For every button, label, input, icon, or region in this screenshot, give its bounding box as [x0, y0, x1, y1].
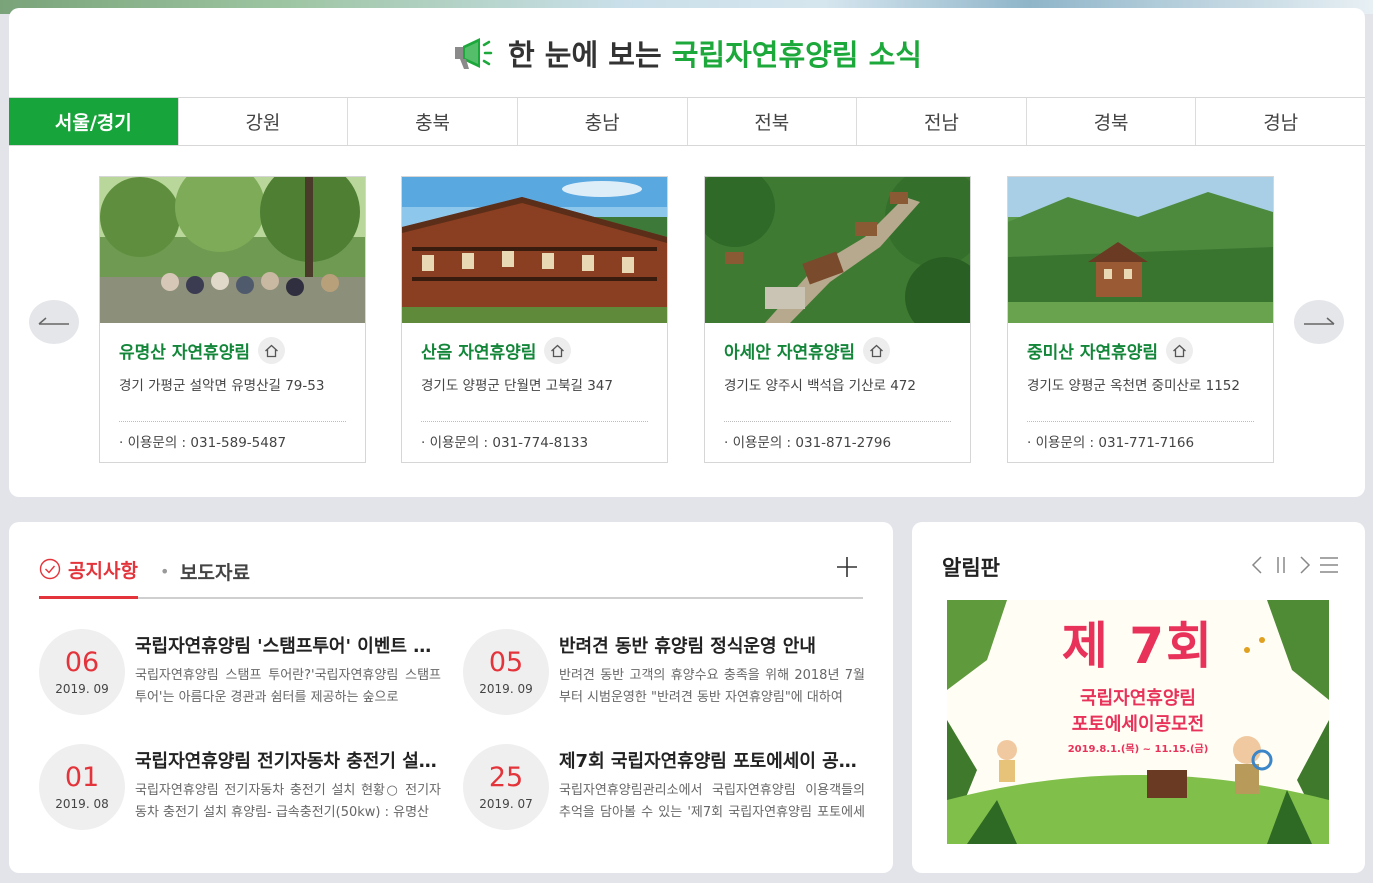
panel-title: 한 눈에 보는 국립자연휴양림 소식 — [9, 8, 1365, 98]
forest-card[interactable]: 유명산 자연휴양림 경기 가평군 설악면 유명산길 79-53 · 이용문의 :… — [99, 176, 366, 463]
notice-tabs: 공지사항 • 보도자료 — [39, 550, 863, 599]
poster-line1: 국립자연휴양림 — [1080, 688, 1196, 709]
tab-separator: • — [160, 562, 170, 581]
board-controls — [1247, 555, 1339, 575]
tab-press[interactable]: 보도자료 — [180, 558, 250, 585]
tab-gangwon[interactable]: 강원 — [178, 98, 349, 145]
forest-card[interactable]: 중미산 자연휴양림 경기도 양평군 옥천면 중미산로 1152 · 이용문의 :… — [1007, 176, 1274, 463]
home-icon — [551, 344, 565, 357]
notice-panel: 공지사항 • 보도자료 06 2019. 09 국립자연휴양림 '스탬프투어' … — [9, 522, 893, 873]
region-tabs: 서울/경기 강원 충북 충남 전북 전남 경북 경남 — [9, 97, 1365, 146]
forest-card[interactable]: 산음 자연휴양림 경기도 양평군 단월면 고북길 347 · 이용문의 : 03… — [401, 176, 668, 463]
date-year-month: 2019. 09 — [55, 682, 109, 696]
board-next-button[interactable] — [1295, 555, 1315, 575]
notice-title[interactable]: 국립자연휴양림 '스탬프투어' 이벤트 안내 — [135, 632, 441, 658]
tab-jeonnam[interactable]: 전남 — [857, 98, 1027, 145]
carousel-next-button[interactable] — [1294, 300, 1344, 344]
divider — [724, 421, 951, 422]
card-name[interactable]: 아세안 자연휴양림 — [724, 338, 855, 363]
check-circle-icon — [39, 558, 61, 580]
card-address: 경기도 양평군 단월면 고북길 347 — [421, 378, 613, 394]
poster-date: 2019.8.1.(목) ~ 11.15.(금) — [1067, 744, 1209, 755]
notice-title[interactable]: 제7회 국립자연휴양림 포토에세이 공모전 — [559, 747, 865, 773]
date-year-month: 2019. 09 — [479, 682, 533, 696]
card-photo — [705, 177, 970, 323]
date-day: 25 — [488, 762, 524, 793]
poster-line2: 포토에세이공모전 — [1071, 714, 1205, 735]
notice-desc: 반려견 동반 고객의 휴양수요 충족을 위해 2018년 7월부터 시범운영한 … — [559, 668, 865, 705]
tab-jeonbuk[interactable]: 전북 — [687, 98, 858, 145]
poster-title: 제 7회 — [1061, 617, 1215, 675]
forest-card[interactable]: 아세안 자연휴양림 경기도 양주시 백석읍 기산로 472 · 이용문의 : 0… — [704, 176, 971, 463]
title-prefix: 한 눈에 보는 — [508, 38, 672, 72]
date-year-month: 2019. 08 — [55, 797, 109, 811]
date-day: 05 — [488, 647, 524, 678]
date-year-month: 2019. 07 — [479, 797, 533, 811]
date-badge: 05 2019. 09 — [463, 629, 549, 715]
home-icon — [1173, 344, 1186, 357]
title-highlight: 국립자연휴양림 소식 — [671, 38, 922, 72]
home-button[interactable] — [544, 337, 572, 364]
board-title: 알림판 — [942, 556, 1000, 580]
card-photo — [100, 177, 365, 323]
notice-desc: 국립자연휴양림관리소에서 국립자연휴양림 이용객들의 추억을 담아볼 수 있는 … — [559, 783, 865, 820]
divider — [1027, 421, 1254, 422]
notice-item[interactable]: 01 2019. 08 국립자연휴양림 전기자동차 충전기 설치 현황 국립자연… — [39, 744, 449, 844]
divider — [119, 421, 346, 422]
megaphone-icon — [455, 38, 493, 69]
menu-icon — [1320, 557, 1338, 573]
forest-news-panel: 한 눈에 보는 국립자연휴양림 소식 서울/경기 강원 충북 충남 전북 전남 … — [9, 8, 1365, 497]
notice-item[interactable]: 25 2019. 07 제7회 국립자연휴양림 포토에세이 공모전 국립자연휴양… — [463, 744, 873, 844]
notice-desc: 국립자연휴양림 전기자동차 충전기 설치 현황○ 전기자동차 충전기 설치 휴양… — [135, 783, 441, 820]
tab-seoul-gyeonggi[interactable]: 서울/경기 — [9, 98, 179, 145]
plus-icon[interactable] — [835, 555, 859, 579]
home-button[interactable] — [258, 337, 286, 364]
tab-chungnam[interactable]: 충남 — [517, 98, 688, 145]
card-name[interactable]: 중미산 자연휴양림 — [1027, 338, 1158, 363]
card-name[interactable]: 유명산 자연휴양림 — [119, 338, 250, 363]
board-pause-button[interactable] — [1271, 555, 1291, 575]
card-photo — [1008, 177, 1273, 323]
tab-notice-label: 공지사항 — [68, 559, 138, 582]
date-badge: 25 2019. 07 — [463, 744, 549, 830]
notice-title[interactable]: 반려견 동반 휴양림 정식운영 안내 — [559, 632, 865, 658]
board-menu-button[interactable] — [1319, 555, 1339, 575]
notice-item[interactable]: 06 2019. 09 국립자연휴양림 '스탬프투어' 이벤트 안내 국립자연휴… — [39, 629, 449, 729]
tab-notice[interactable]: 공지사항 — [39, 550, 138, 599]
card-phone: · 이용문의 : 031-589-5487 — [119, 435, 287, 451]
home-button[interactable] — [1166, 337, 1194, 364]
card-address: 경기도 양평군 옥천면 중미산로 1152 — [1027, 378, 1240, 394]
date-day: 01 — [64, 762, 100, 793]
date-day: 06 — [64, 647, 100, 678]
chevron-left-icon — [1251, 556, 1262, 574]
tab-gyeongnam[interactable]: 경남 — [1196, 98, 1365, 145]
card-address: 경기 가평군 설악면 유명산길 79-53 — [119, 378, 325, 394]
card-phone: · 이용문의 : 031-871-2796 — [724, 435, 892, 451]
photo-essay-contest-banner[interactable]: 제 7회 국립자연휴양림 포토에세이공모전 2019.8.1.(목) ~ 11.… — [947, 600, 1329, 844]
tab-gyeongbuk[interactable]: 경북 — [1026, 98, 1197, 145]
home-icon — [265, 344, 278, 357]
notice-title[interactable]: 국립자연휴양림 전기자동차 충전기 설치 현황 — [135, 747, 441, 773]
arrow-right-icon — [1304, 317, 1335, 325]
card-phone: · 이용문의 : 031-771-7166 — [1027, 435, 1195, 451]
card-photo — [402, 177, 667, 323]
notice-item[interactable]: 05 2019. 09 반려견 동반 휴양림 정식운영 안내 반려견 동반 고객… — [463, 629, 873, 729]
tab-chungbuk[interactable]: 충북 — [348, 98, 518, 145]
arrow-left-icon — [38, 317, 69, 325]
carousel-prev-button[interactable] — [29, 300, 79, 344]
card-name[interactable]: 산음 자연휴양림 — [421, 338, 536, 363]
notice-desc: 국립자연휴양림 스탬프 투어란?'국립자연휴양림 스탬프 투어'는 아름다운 경… — [135, 668, 441, 705]
date-badge: 06 2019. 09 — [39, 629, 125, 715]
board-prev-button[interactable] — [1247, 555, 1267, 575]
divider — [421, 421, 648, 422]
home-button[interactable] — [863, 337, 891, 364]
notice-board-panel: 알림판 제 7회 국립자연휴양림 포토에세이공모전 2019.8.1.(목) ~… — [912, 522, 1365, 873]
pause-icon — [1277, 557, 1285, 573]
chevron-right-icon — [1300, 556, 1311, 574]
home-icon — [870, 344, 883, 357]
date-badge: 01 2019. 08 — [39, 744, 125, 830]
card-phone: · 이용문의 : 031-774-8133 — [421, 435, 589, 451]
card-address: 경기도 양주시 백석읍 기산로 472 — [724, 378, 916, 394]
